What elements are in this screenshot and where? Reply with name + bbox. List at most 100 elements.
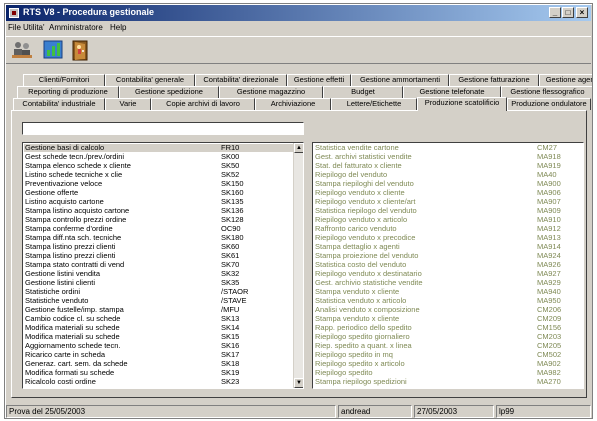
list-item[interactable]: Stampa dettaglio x agenti MA914	[314, 243, 582, 251]
tab-produzione-ondulatore[interactable]: Produzione ondulatore	[507, 98, 591, 110]
list-item[interactable]: Stampa riepiloghi del venduto MA900	[314, 180, 582, 188]
list-item[interactable]: Preventivazione veloce SK150	[24, 180, 293, 188]
list-item[interactable]: Statistica riepilogo del venduto MA909	[314, 207, 582, 215]
scroll-up-icon[interactable]: ▲	[294, 143, 303, 153]
tab-lettere-etichette[interactable]: Lettere/Etichette	[331, 98, 417, 110]
list-item[interactable]: Rapp. periodico dello spedito CM156	[314, 324, 582, 332]
list-item[interactable]: Riepilogo venduto x cliente/art MA907	[314, 198, 582, 206]
list-item[interactable]: Riepilogo spedito giornaliero CM203	[314, 333, 582, 341]
list-item-code: MA910	[537, 215, 561, 224]
chart-icon[interactable]	[42, 38, 66, 62]
list-item[interactable]: Gest. archivi statistici vendite MA918	[314, 153, 582, 161]
tab-clienti-fornitori[interactable]: Clienti/Fornitori	[23, 74, 105, 86]
tab-contabilita-generale[interactable]: Contabilita' generale	[105, 74, 195, 86]
list-item[interactable]: Listino schede tecniche x clie SK52	[24, 171, 293, 179]
tab-gestione-fatturazione[interactable]: Gestione fatturazione	[449, 74, 539, 86]
list-item[interactable]: Listino acquisto cartone SK135	[24, 198, 293, 206]
list-item[interactable]: Riepilogo venduto x articolo MA910	[314, 216, 582, 224]
list-item[interactable]: Modifica materiali su schede SK15	[24, 333, 293, 341]
tab-archiviazione[interactable]: Archiviazione	[255, 98, 331, 110]
list-item[interactable]: Stampa proiezione del venduto MA924	[314, 252, 582, 260]
app-icon[interactable]	[9, 8, 19, 18]
list-item[interactable]: Modifica materiali su schede SK14	[24, 324, 293, 332]
door-icon[interactable]	[69, 38, 93, 62]
tab-contabilita-industriale[interactable]: Contabilita' industriale	[13, 98, 105, 110]
list-item[interactable]: Riepilogo venduto x cliente MA906	[314, 189, 582, 197]
users-icon[interactable]	[10, 38, 34, 62]
list-item[interactable]: Riepilogo del venduto MA40	[314, 171, 582, 179]
list-item[interactable]: Stampa listino prezzi clienti SK60	[24, 243, 293, 251]
list-item-description: Preventivazione veloce	[25, 179, 103, 188]
list-item[interactable]: Stampa elenco schede x cliente SK50	[24, 162, 293, 170]
list-item[interactable]: Gestione fustelle/imp. stampa/MFU	[24, 306, 293, 314]
list-item[interactable]: Gest schede tecn./prev./ordini SK00	[24, 153, 293, 161]
list-item[interactable]: Stampa listino prezzi clienti SK61	[24, 252, 293, 260]
list-item[interactable]: Riepilogo spedito in mq CM502	[314, 351, 582, 359]
menu-utilita[interactable]: Utilita'	[23, 23, 45, 32]
title-bar[interactable]: RTS V8 - Procedura gestionale _ □ ×	[6, 5, 591, 21]
tab-produzione-scatolificio[interactable]: Produzione scatolificio	[417, 97, 507, 111]
list-item[interactable]: Stampa venduto x cliente MA940	[314, 288, 582, 296]
list-item-description: Statistica vendite cartone	[315, 143, 399, 152]
list-item[interactable]: Statistica costo del venduto MA926	[314, 261, 582, 269]
list-item[interactable]: Stampa riepilogo spedizioni MA270	[314, 378, 582, 386]
search-input[interactable]	[22, 122, 304, 135]
scroll-down-icon[interactable]: ▼	[294, 378, 303, 388]
program-list-left[interactable]: ▲ ▼ Gestione basi di calcolo FR10 Gest sch…	[22, 142, 304, 389]
list-item-description: Stampa venduto x cliente	[315, 287, 400, 296]
list-item[interactable]: Analisi venduto x composizione CM206	[314, 306, 582, 314]
tab-gestione-flessografico[interactable]: Gestione flessografico	[501, 86, 592, 98]
list-item[interactable]: Cambio codice cl. su schede SK13	[24, 315, 293, 323]
list-item[interactable]: Riepilogo venduto x destinatario MA927	[314, 270, 582, 278]
list-item[interactable]: Gestione offerte SK160	[24, 189, 293, 197]
tab-budget[interactable]: Budget	[323, 86, 403, 98]
tab-gestione-agenti[interactable]: Gestione agenti	[539, 74, 592, 86]
minimize-button[interactable]: _	[549, 7, 561, 18]
list-item-description: Stampa elenco schede x cliente	[25, 161, 131, 170]
list-item-code: SK16	[221, 341, 240, 350]
list-item[interactable]: Stat. del fatturato x cliente MA919	[314, 162, 582, 170]
list-item[interactable]: Stampa stato contratti di vend SK70	[24, 261, 293, 269]
list-item[interactable]: Ricalcolo costi ordine SK23	[24, 378, 293, 386]
tab-reporting-produzione[interactable]: Reporting di produzione	[17, 86, 119, 98]
window-title: RTS V8 - Procedura gestionale	[23, 7, 155, 17]
menu-file[interactable]: File	[8, 23, 21, 32]
list-item-description: Gestione listini clienti	[25, 278, 96, 287]
list-item[interactable]: Statistiche ordini/STAOR	[24, 288, 293, 296]
list-item[interactable]: Gestione listini vendita SK32	[24, 270, 293, 278]
list-item[interactable]: Stampa venduto x cliente CM209	[314, 315, 582, 323]
list-item[interactable]: Statistica venduto x articolo MA950	[314, 297, 582, 305]
tab-copie-archivi[interactable]: Copie archivi di lavoro	[151, 98, 255, 110]
list-item[interactable]: Ricarico carte in scheda SK17	[24, 351, 293, 359]
tab-gestione-spedizione[interactable]: Gestione spedizione	[119, 86, 219, 98]
close-button[interactable]: ×	[576, 7, 588, 18]
list-item-description: Gestione listini vendita	[25, 269, 101, 278]
list-item[interactable]: Modifica formati su schede SK19	[24, 369, 293, 377]
tab-gestione-magazzino[interactable]: Gestione magazzino	[219, 86, 323, 98]
list-item[interactable]: Stampa listino acquisto cartone SK136	[24, 207, 293, 215]
list-item[interactable]: Riepilogo spedito MA982	[314, 369, 582, 377]
list-item[interactable]: Riepilogo spedito x articolo MA902	[314, 360, 582, 368]
maximize-button[interactable]: □	[562, 7, 574, 18]
menu-amministratore[interactable]: Amministratore	[49, 23, 103, 32]
list-item[interactable]: Aggiornamento schede tecn. SK16	[24, 342, 293, 350]
list-item[interactable]: Stampa controllo prezzi ordine SK128	[24, 216, 293, 224]
list-item[interactable]: Gestione basi di calcolo FR10	[24, 144, 293, 152]
tab-varie[interactable]: Varie	[105, 98, 151, 110]
list-item[interactable]: Generaz. cart. sem. da schede SK18	[24, 360, 293, 368]
list-item[interactable]: Statistiche venduto/STAVE	[24, 297, 293, 305]
left-scrollbar[interactable]: ▲ ▼	[293, 143, 303, 388]
menu-help[interactable]: Help	[110, 23, 126, 32]
list-item[interactable]: Stampa diff.nta sch. tecniche SK180	[24, 234, 293, 242]
program-list-right[interactable]: Statistica vendite cartone CM27 Gest. arch…	[312, 142, 584, 389]
list-item[interactable]: Riepilogo venduto x precodice MA913	[314, 234, 582, 242]
tab-gestione-ammortamenti[interactable]: Gestione ammortamenti	[351, 74, 449, 86]
tab-contabilita-direzionale[interactable]: Contabilita' direzionale	[195, 74, 287, 86]
list-item[interactable]: Raffronto carico venduto MA912	[314, 225, 582, 233]
list-item[interactable]: Gestione listini clienti SK35	[24, 279, 293, 287]
list-item[interactable]: Statistica vendite cartone CM27	[314, 144, 582, 152]
tab-gestione-effetti[interactable]: Gestione effetti	[287, 74, 351, 86]
list-item[interactable]: Riep. spedito a quant. x linea CM205	[314, 342, 582, 350]
list-item[interactable]: Gest. archivio statistiche vendite MA929	[314, 279, 582, 287]
list-item[interactable]: Stampa conferme d'ordine OC90	[24, 225, 293, 233]
